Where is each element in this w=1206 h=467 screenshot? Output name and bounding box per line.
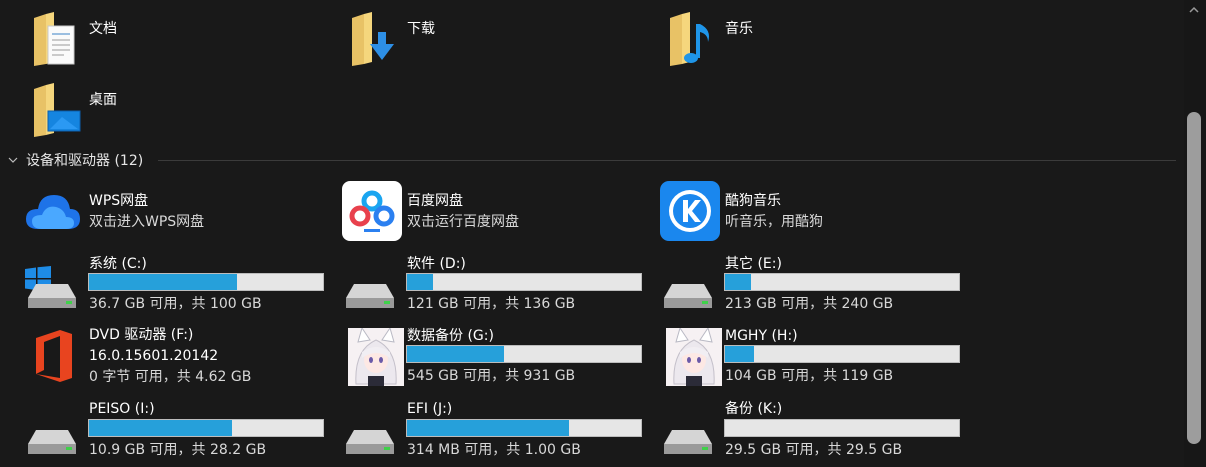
vertical-scrollbar-thumb[interactable] — [1187, 112, 1201, 444]
drive-i-name: PEISO (I:) — [89, 401, 155, 417]
drive-j-space: 314 MB 可用，共 1.00 GB — [407, 442, 581, 458]
drive-g-space: 545 GB 可用，共 931 GB — [407, 368, 576, 384]
hard-drive-icon — [664, 430, 712, 454]
hard-drive-icon — [28, 284, 76, 308]
app-wps-desc: 双击进入WPS网盘 — [89, 214, 205, 230]
drive-k-name: 备份 (K:) — [725, 401, 783, 417]
app-baidu-name: 百度网盘 — [407, 193, 463, 209]
hard-drive-icon — [346, 430, 394, 454]
drive-f-space: 0 字节 可用，共 4.62 GB — [89, 369, 252, 385]
scroll-up-arrow-icon[interactable] — [1186, 2, 1202, 18]
drive-e-usage-fill — [725, 274, 752, 290]
drive-d-name: 软件 (D:) — [407, 256, 466, 272]
drive-c[interactable]: 系统 (C:) 36.7 GB 可用，共 100 GB — [24, 254, 324, 320]
folder-documents-label: 文档 — [89, 21, 117, 37]
anime-avatar-icon — [348, 328, 404, 386]
chevron-down-icon — [8, 157, 18, 163]
folder-desktop[interactable]: 桌面 — [24, 81, 324, 145]
drive-h-usage-bar — [724, 345, 960, 363]
app-kugou[interactable]: 酷狗音乐 听音乐，用酷狗 — [660, 181, 960, 247]
folder-desktop-label: 桌面 — [89, 92, 117, 108]
drive-d[interactable]: 软件 (D:) 121 GB 可用，共 136 GB — [342, 254, 642, 320]
folder-documents-icon — [34, 12, 75, 66]
drive-h[interactable]: MGHY (H:) 104 GB 可用，共 119 GB — [660, 326, 960, 392]
drive-c-usage-fill — [89, 274, 238, 290]
drive-i[interactable]: PEISO (I:) 10.9 GB 可用，共 28.2 GB — [24, 400, 324, 466]
drive-d-space: 121 GB 可用，共 136 GB — [407, 296, 576, 312]
app-wps-name: WPS网盘 — [89, 193, 149, 209]
drive-k[interactable]: 备份 (K:) 29.5 GB 可用，共 29.5 GB — [660, 400, 960, 466]
drive-g-usage-fill — [407, 346, 505, 362]
drive-j-usage-bar — [406, 419, 642, 437]
devices-section-header[interactable]: 设备和驱动器 (12) — [0, 150, 1180, 172]
drive-j-name: EFI (J:) — [407, 401, 453, 417]
drive-j-usage-fill — [407, 420, 570, 436]
drive-e-space: 213 GB 可用，共 240 GB — [725, 296, 894, 312]
kugou-icon — [660, 181, 720, 241]
folder-documents[interactable]: 文档 — [24, 10, 324, 74]
drive-f-name: DVD 驱动器 (F:) — [89, 327, 194, 343]
drive-i-usage-bar — [88, 419, 324, 437]
hard-drive-icon — [664, 284, 712, 308]
anime-avatar-icon — [666, 328, 722, 386]
app-baidu-netdisk[interactable]: 百度网盘 双击运行百度网盘 — [342, 181, 642, 247]
folder-music[interactable]: 音乐 — [660, 10, 960, 74]
app-baidu-desc: 双击运行百度网盘 — [407, 214, 519, 230]
drive-k-space: 29.5 GB 可用，共 29.5 GB — [725, 442, 903, 458]
drive-f-dvd[interactable]: DVD 驱动器 (F:) 16.0.15601.20142 0 字节 可用，共 … — [24, 326, 324, 392]
folder-downloads-label: 下载 — [407, 21, 435, 37]
office-logo-icon — [36, 330, 72, 382]
folder-desktop-icon — [34, 83, 81, 137]
hard-drive-icon — [28, 430, 76, 454]
drive-h-usage-fill — [725, 346, 755, 362]
drive-i-usage-fill — [89, 420, 233, 436]
drive-d-usage-bar — [406, 273, 642, 291]
app-kugou-desc: 听音乐，用酷狗 — [725, 214, 823, 230]
drive-c-space: 36.7 GB 可用，共 100 GB — [89, 296, 262, 312]
drive-h-name: MGHY (H:) — [725, 328, 798, 344]
drive-g-usage-bar — [406, 345, 642, 363]
drive-e-usage-bar — [724, 273, 960, 291]
drive-i-space: 10.9 GB 可用，共 28.2 GB — [89, 442, 267, 458]
drive-d-usage-fill — [407, 274, 433, 290]
drive-f-version: 16.0.15601.20142 — [89, 348, 219, 364]
drive-g[interactable]: 数据备份 (G:) 545 GB 可用，共 931 GB — [342, 326, 642, 392]
drive-h-space: 104 GB 可用，共 119 GB — [725, 368, 894, 384]
devices-section-title: 设备和驱动器 (12) — [26, 153, 144, 169]
section-divider — [158, 160, 1176, 161]
drive-e-name: 其它 (E:) — [725, 256, 782, 272]
app-kugou-name: 酷狗音乐 — [725, 193, 781, 209]
folder-music-icon — [670, 12, 709, 66]
drive-k-usage-bar — [724, 419, 960, 437]
drive-c-usage-bar — [88, 273, 324, 291]
folder-downloads[interactable]: 下载 — [342, 10, 642, 74]
folder-downloads-icon — [352, 12, 394, 66]
cloud-icon — [26, 195, 80, 229]
drive-e[interactable]: 其它 (E:) 213 GB 可用，共 240 GB — [660, 254, 960, 320]
app-wps-netdisk[interactable]: WPS网盘 双击进入WPS网盘 — [24, 181, 324, 247]
drive-g-name: 数据备份 (G:) — [407, 328, 494, 344]
hard-drive-icon — [346, 284, 394, 308]
baidu-netdisk-icon — [342, 181, 402, 241]
drive-j[interactable]: EFI (J:) 314 MB 可用，共 1.00 GB — [342, 400, 642, 466]
folder-music-label: 音乐 — [725, 21, 753, 37]
drive-c-name: 系统 (C:) — [89, 256, 147, 272]
